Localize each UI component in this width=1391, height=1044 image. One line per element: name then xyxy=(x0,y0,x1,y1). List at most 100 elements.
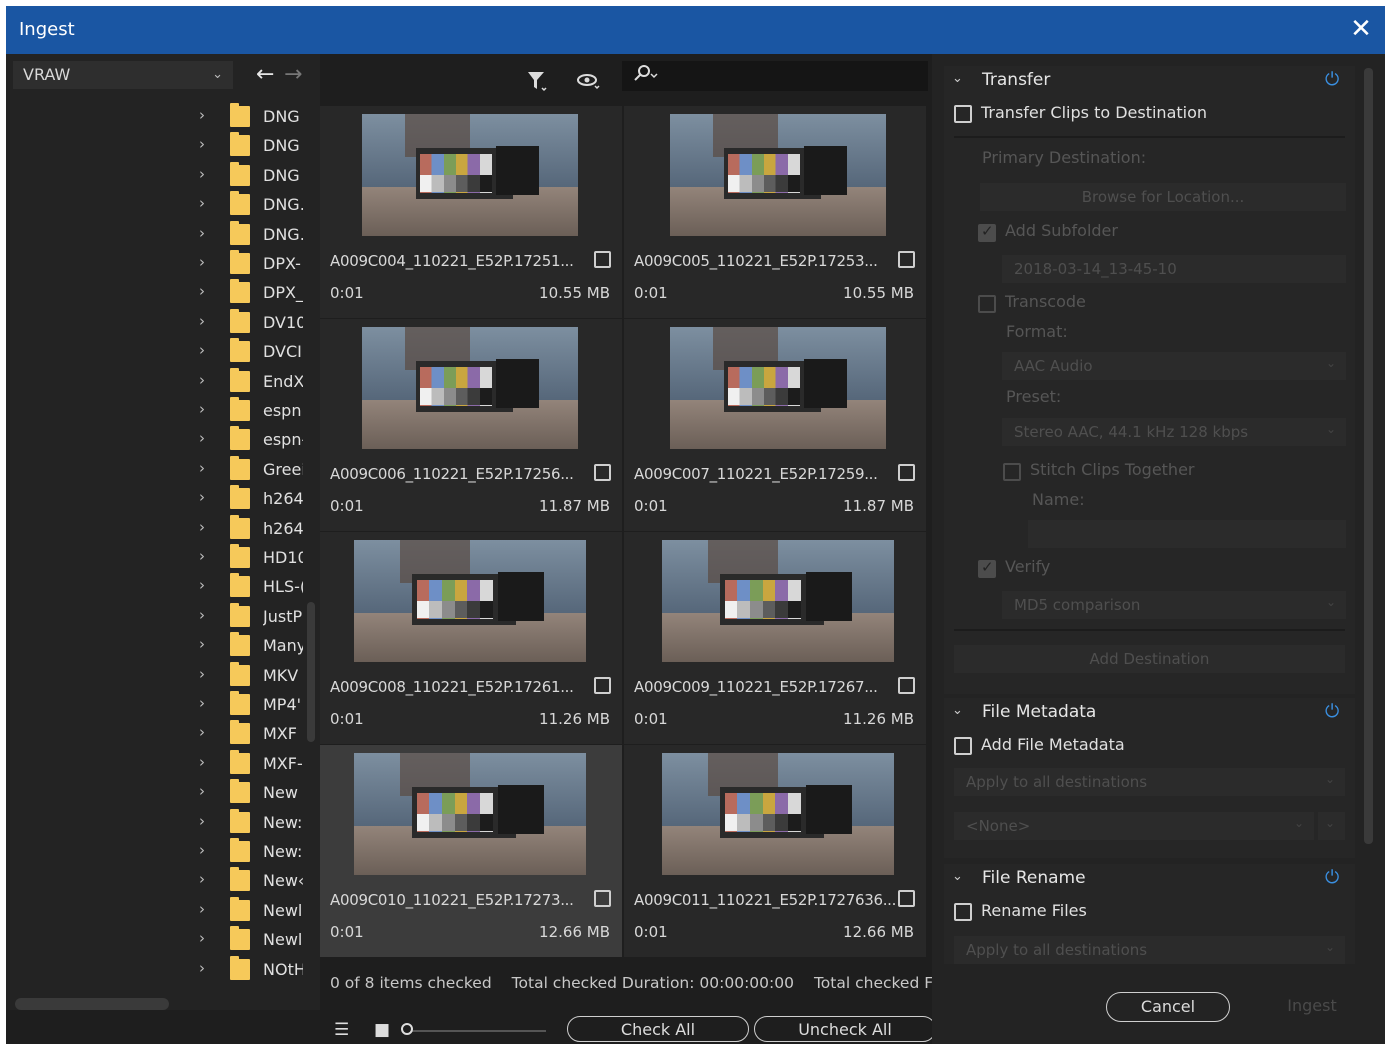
expand-arrow-icon[interactable]: › xyxy=(199,547,205,565)
expand-arrow-icon[interactable]: › xyxy=(199,341,205,359)
clip-thumbnail[interactable] xyxy=(670,114,886,236)
clip-tile[interactable]: A009C006_110221_E52P.17256... 0:01 11.87 M… xyxy=(320,319,622,531)
clip-tile[interactable]: A009C010_110221_E52P.17273... 0:01 12.66 M… xyxy=(320,745,622,957)
folder-row[interactable]: › EndX xyxy=(6,367,308,396)
folder-row[interactable]: › Many xyxy=(6,631,308,660)
folder-row[interactable]: › New xyxy=(6,778,308,807)
folder-row[interactable]: › DNG. xyxy=(6,220,308,249)
folder-row[interactable]: › Greei xyxy=(6,455,308,484)
expand-arrow-icon[interactable]: › xyxy=(199,312,205,330)
transfer-header[interactable]: ⌄ Transfer ⏻ xyxy=(944,66,1355,96)
rename-files-checkbox[interactable] xyxy=(954,903,972,921)
add-destination-button[interactable]: Add Destination xyxy=(954,645,1345,673)
expand-arrow-icon[interactable]: › xyxy=(199,723,205,741)
clip-thumbnail[interactable] xyxy=(362,114,578,236)
stitch-name-input[interactable] xyxy=(1028,520,1346,548)
expand-arrow-icon[interactable]: › xyxy=(199,165,205,183)
clip-checkbox[interactable] xyxy=(898,464,915,481)
folder-row[interactable]: › HLS-( xyxy=(6,572,308,601)
location-dropdown[interactable]: VRAW ⌄ xyxy=(13,61,233,89)
metadata-template-dropdown[interactable]: <None> ⌄ xyxy=(954,812,1314,840)
clip-checkbox[interactable] xyxy=(594,464,611,481)
check-all-button[interactable]: Check All xyxy=(567,1016,749,1042)
folder-row[interactable]: › DPX- xyxy=(6,249,308,278)
expand-arrow-icon[interactable]: › xyxy=(199,429,205,447)
expand-arrow-icon[interactable]: › xyxy=(199,135,205,153)
folder-row[interactable]: › MXF- xyxy=(6,749,308,778)
folder-row[interactable]: › New: xyxy=(6,837,308,866)
folder-row[interactable]: › JustP xyxy=(6,602,308,631)
folder-row[interactable]: › New‹ xyxy=(6,866,308,895)
folder-row[interactable]: › DNG xyxy=(6,102,308,131)
add-subfolder-checkbox[interactable] xyxy=(978,222,996,242)
subfolder-name-input[interactable]: 2018-03-14_13-45-10 xyxy=(1002,255,1346,283)
clip-tile[interactable]: A009C004_110221_E52P.17251... 0:01 10.55 M… xyxy=(320,106,622,318)
settings-vertical-scrollbar[interactable] xyxy=(1364,68,1373,844)
folder-row[interactable]: › DNG. xyxy=(6,190,308,219)
folder-row[interactable]: › DVCI xyxy=(6,337,308,366)
file-metadata-header[interactable]: ⌄ File Metadata ⏻ xyxy=(944,698,1355,728)
folder-row[interactable]: › MKV xyxy=(6,661,308,690)
expand-arrow-icon[interactable]: › xyxy=(199,253,205,271)
stitch-clips-checkbox[interactable] xyxy=(1003,463,1021,481)
list-view-icon[interactable]: ☰ xyxy=(334,1020,349,1040)
expand-arrow-icon[interactable]: › xyxy=(199,870,205,888)
add-file-metadata-checkbox[interactable] xyxy=(954,737,972,755)
clip-tile[interactable]: A009C011_110221_E52P.1727636... 0:01 12.66… xyxy=(624,745,926,957)
expand-arrow-icon[interactable]: › xyxy=(199,694,205,712)
expand-arrow-icon[interactable]: › xyxy=(199,518,205,536)
slider-knob[interactable] xyxy=(401,1023,413,1035)
clip-checkbox[interactable] xyxy=(594,677,611,694)
expand-arrow-icon[interactable]: › xyxy=(199,576,205,594)
power-icon[interactable]: ⏻ xyxy=(1325,69,1343,90)
folder-tree-vertical-scrollbar[interactable] xyxy=(307,602,315,742)
folder-row[interactable]: › h264 xyxy=(6,484,308,513)
clip-thumbnail[interactable] xyxy=(662,753,894,875)
folder-row[interactable]: › espn- xyxy=(6,425,308,454)
folder-row[interactable]: › Newl xyxy=(6,896,308,925)
folder-row[interactable]: › DV10 xyxy=(6,308,308,337)
folder-row[interactable]: › h264 xyxy=(6,514,308,543)
expand-arrow-icon[interactable]: › xyxy=(199,841,205,859)
uncheck-all-button[interactable]: Uncheck All xyxy=(754,1016,936,1042)
folder-row[interactable]: › HD10 xyxy=(6,543,308,572)
folder-row[interactable]: › DPX_ xyxy=(6,278,308,307)
format-dropdown[interactable]: AAC Audio ⌄ xyxy=(1002,352,1346,380)
expand-arrow-icon[interactable]: › xyxy=(199,371,205,389)
power-icon[interactable]: ⏻ xyxy=(1325,701,1343,722)
file-rename-header[interactable]: ⌄ File Rename ⏻ xyxy=(944,864,1355,894)
expand-arrow-icon[interactable]: › xyxy=(199,959,205,977)
filter-icon[interactable] xyxy=(526,70,548,97)
back-arrow-icon[interactable]: ← xyxy=(256,64,274,86)
expand-arrow-icon[interactable]: › xyxy=(199,106,205,124)
expand-arrow-icon[interactable]: › xyxy=(199,782,205,800)
clip-thumbnail[interactable] xyxy=(354,753,586,875)
rename-apply-dropdown[interactable]: Apply to all destinations ⌄ xyxy=(954,936,1345,964)
expand-arrow-icon[interactable]: › xyxy=(199,488,205,506)
clip-checkbox[interactable] xyxy=(594,251,611,268)
clip-thumbnail[interactable] xyxy=(354,540,586,662)
folder-row[interactable]: › DNG xyxy=(6,161,308,190)
clip-tile[interactable]: A009C008_110221_E52P.17261... 0:01 11.26 M… xyxy=(320,532,622,744)
folder-row[interactable]: › espn xyxy=(6,396,308,425)
clip-checkbox[interactable] xyxy=(898,677,915,694)
search-input[interactable] xyxy=(622,61,928,91)
expand-arrow-icon[interactable]: › xyxy=(199,459,205,477)
expand-arrow-icon[interactable]: › xyxy=(199,400,205,418)
verify-method-dropdown[interactable]: MD5 comparison ⌄ xyxy=(1002,591,1346,619)
transcode-checkbox[interactable] xyxy=(978,295,996,313)
preset-dropdown[interactable]: Stereo AAC, 44.1 kHz 128 kbps ⌄ xyxy=(1002,418,1346,446)
expand-arrow-icon[interactable]: › xyxy=(199,812,205,830)
expand-arrow-icon[interactable]: › xyxy=(199,753,205,771)
browse-location-button[interactable]: Browse for Location... xyxy=(980,183,1346,211)
clip-tile[interactable]: A009C007_110221_E52P.17259... 0:01 11.87 M… xyxy=(624,319,926,531)
power-icon[interactable]: ⏻ xyxy=(1325,867,1343,888)
clip-checkbox[interactable] xyxy=(898,890,915,907)
folder-row[interactable]: › MXF xyxy=(6,719,308,748)
clip-checkbox[interactable] xyxy=(898,251,915,268)
folder-row[interactable]: › Newl xyxy=(6,925,308,954)
thumbnail-size-slider[interactable] xyxy=(401,1023,546,1035)
forward-arrow-icon[interactable]: → xyxy=(284,64,302,86)
expand-arrow-icon[interactable]: › xyxy=(199,606,205,624)
expand-arrow-icon[interactable]: › xyxy=(199,224,205,242)
